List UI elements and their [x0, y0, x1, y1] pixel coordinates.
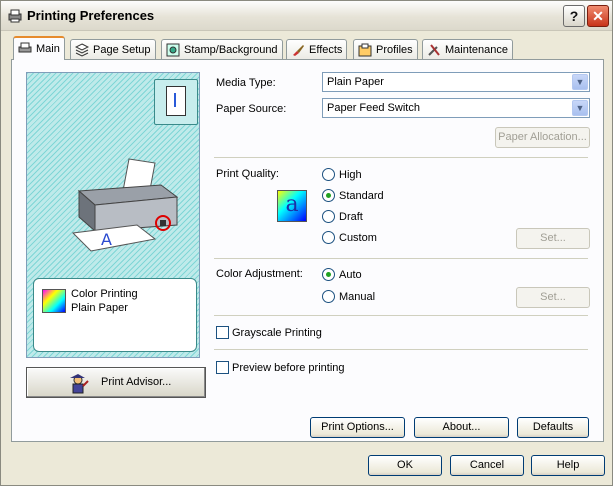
print-quality-icon: a	[277, 190, 307, 222]
stamp-icon	[166, 43, 180, 56]
dialog-window: Printing Preferences ? ✕ Main Page Setup…	[0, 0, 613, 486]
print-options-button[interactable]: Print Options...	[310, 417, 405, 438]
quality-draft-label[interactable]: Draft	[339, 211, 363, 223]
quality-standard-radio[interactable]	[322, 189, 335, 202]
settings-summary-box: Color Printing Plain Paper	[33, 278, 197, 352]
profile-icon	[358, 43, 372, 56]
paper-source-value: Paper Feed Switch	[327, 102, 420, 114]
quality-draft-radio[interactable]	[322, 210, 335, 223]
tab-label: Stamp/Background	[184, 43, 278, 56]
brush-icon	[293, 44, 304, 56]
paper-allocation-button[interactable]: Paper Allocation...	[495, 127, 590, 148]
help-title-button[interactable]: ?	[563, 5, 585, 27]
divider	[214, 349, 588, 350]
tab-label: Page Setup	[93, 43, 151, 56]
tools-icon	[428, 43, 440, 56]
paper-icon	[166, 86, 186, 116]
grayscale-label[interactable]: Grayscale Printing	[232, 327, 322, 339]
paper-source-select[interactable]: Paper Feed Switch ▼	[322, 98, 590, 118]
ok-button[interactable]: OK	[368, 455, 442, 476]
cancel-button[interactable]: Cancel	[450, 455, 524, 476]
printer-icon	[18, 42, 32, 53]
media-type-value: Plain Paper	[327, 76, 384, 88]
divider	[214, 258, 588, 259]
color-auto-label[interactable]: Auto	[339, 269, 362, 281]
advisor-label: Print Advisor...	[101, 376, 172, 388]
quality-custom-label[interactable]: Custom	[339, 232, 377, 244]
wizard-icon	[70, 374, 89, 394]
layers-icon	[75, 42, 89, 57]
color-adjustment-label: Color Adjustment:	[216, 268, 303, 280]
quality-custom-radio[interactable]	[322, 231, 335, 244]
quality-high-label[interactable]: High	[339, 169, 362, 181]
divider	[214, 315, 588, 316]
tab-label: Main	[36, 43, 60, 55]
paper-orientation-preview	[154, 79, 198, 125]
title-bar: Printing Preferences ? ✕	[1, 1, 612, 31]
tab-main[interactable]: Main	[13, 36, 65, 60]
printer-icon	[8, 9, 22, 23]
settings-preview: A Color Printing Plain Paper	[26, 72, 200, 358]
color-mode-text: Color Printing	[71, 288, 138, 300]
color-manual-label[interactable]: Manual	[339, 291, 375, 303]
main-tab-panel: A Color Printing Plain Paper Print Advis…	[11, 59, 604, 442]
color-auto-radio[interactable]	[322, 268, 335, 281]
media-summary-text: Plain Paper	[71, 302, 128, 314]
print-quality-label: Print Quality:	[216, 168, 279, 180]
color-set-button[interactable]: Set...	[516, 287, 590, 308]
svg-text:A: A	[101, 230, 112, 249]
media-type-select[interactable]: Plain Paper ▼	[322, 72, 590, 92]
print-advisor-button[interactable]: Print Advisor...	[26, 367, 206, 398]
media-type-label: Media Type:	[216, 77, 276, 89]
paper-source-label: Paper Source:	[216, 103, 287, 115]
tab-effects[interactable]: Effects	[286, 39, 348, 59]
divider	[214, 157, 588, 158]
about-button[interactable]: About...	[414, 417, 509, 438]
color-manual-radio[interactable]	[322, 290, 335, 303]
preview-checkbox[interactable]	[216, 361, 229, 374]
tab-maintenance[interactable]: Maintenance	[422, 39, 513, 59]
tab-profiles[interactable]: Profiles	[353, 39, 418, 59]
close-button[interactable]: ✕	[587, 5, 609, 27]
defaults-button[interactable]: Defaults	[517, 417, 589, 438]
tab-label: Effects	[309, 43, 343, 56]
tab-label: Maintenance	[445, 43, 508, 56]
tab-page-setup[interactable]: Page Setup	[70, 39, 156, 59]
quality-high-radio[interactable]	[322, 168, 335, 181]
printer-illustration-icon: A	[71, 158, 179, 252]
tab-label: Profiles	[376, 43, 413, 56]
preview-label[interactable]: Preview before printing	[232, 362, 345, 374]
quality-set-button[interactable]: Set...	[516, 228, 590, 249]
color-printing-icon	[42, 289, 66, 313]
window-title: Printing Preferences	[27, 8, 155, 23]
quality-standard-label[interactable]: Standard	[339, 190, 384, 202]
tab-stamp-background[interactable]: Stamp/Background	[161, 39, 283, 59]
chevron-down-icon[interactable]: ▼	[572, 74, 588, 90]
help-button[interactable]: Help	[531, 455, 605, 476]
grayscale-checkbox[interactable]	[216, 326, 229, 339]
chevron-down-icon[interactable]: ▼	[572, 100, 588, 116]
